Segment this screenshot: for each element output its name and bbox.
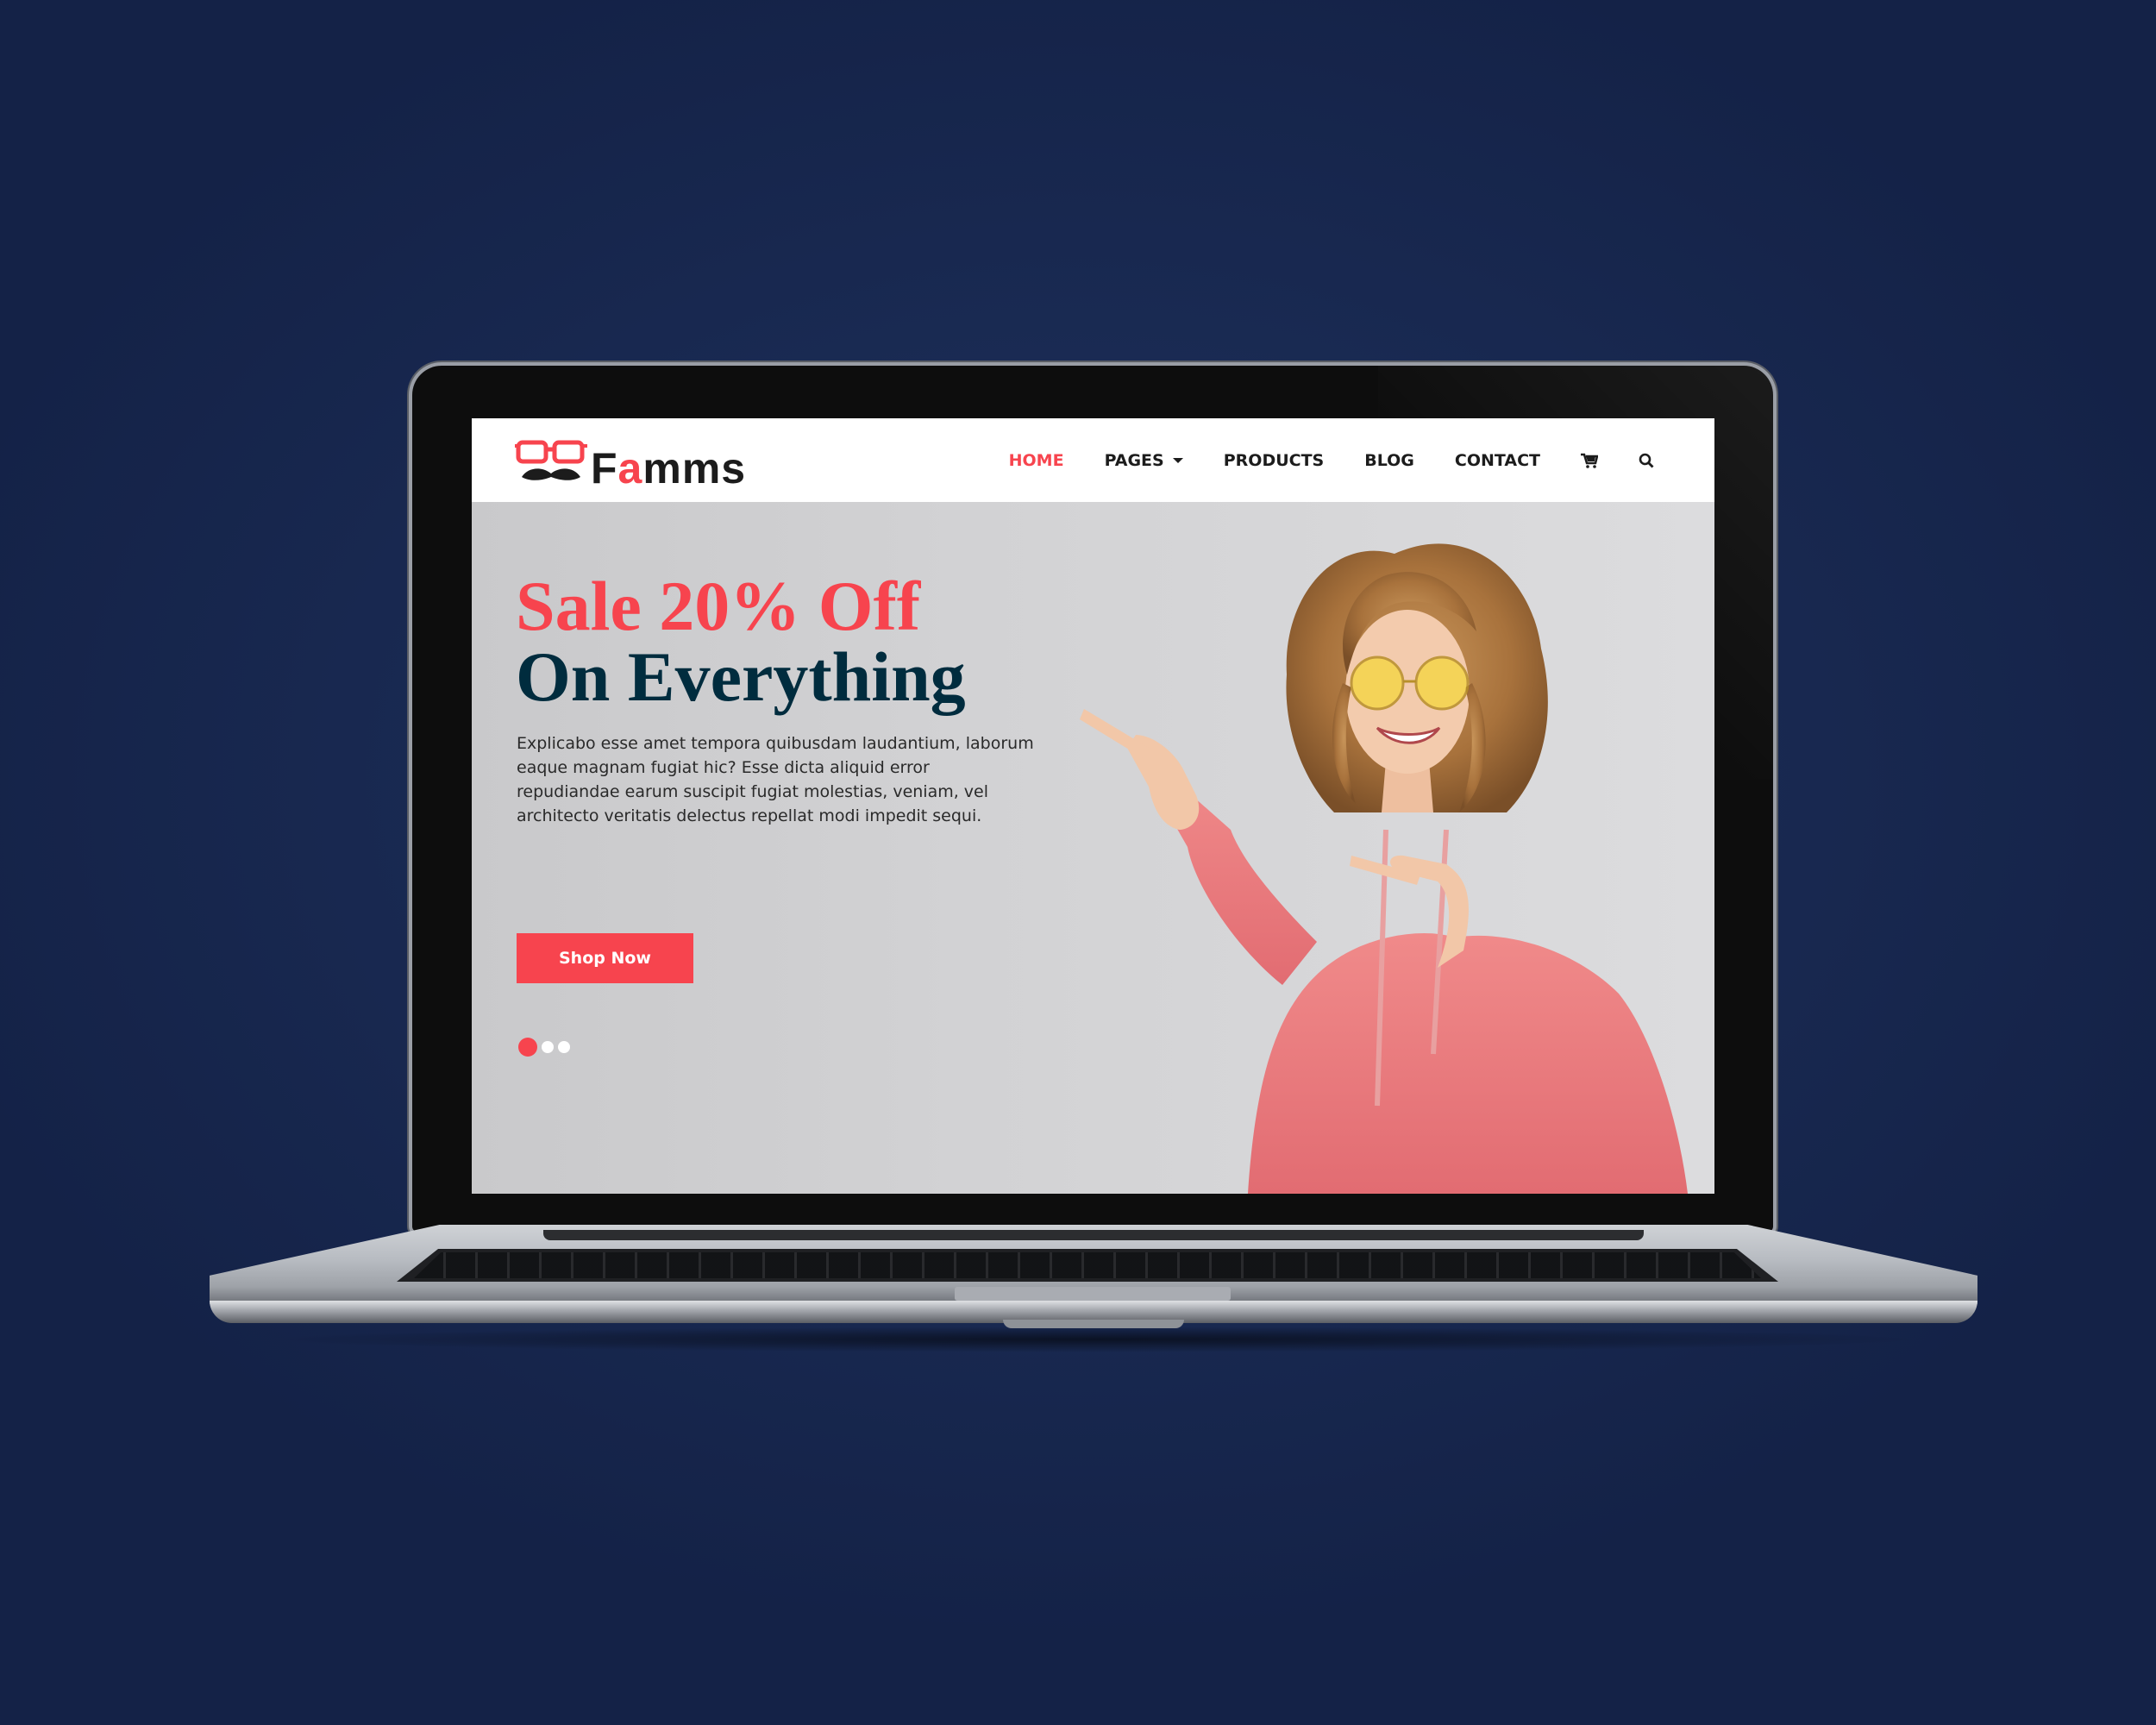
nav-pages-label: PAGES	[1104, 450, 1164, 470]
browser-viewport: Famms HOME PAGES PRODUCTS BLOG CONTACT S…	[472, 418, 1714, 1194]
top-navbar: Famms HOME PAGES PRODUCTS BLOG CONTACT	[472, 418, 1714, 502]
slider-dot-3[interactable]	[558, 1041, 570, 1053]
trackpad	[955, 1287, 1231, 1301]
hero-title-sale: Sale 20% Off	[516, 567, 921, 645]
laptop-shadow	[259, 1327, 1932, 1352]
hero-title-everything: On Everything	[516, 637, 966, 716]
caret-down-icon	[1172, 457, 1183, 463]
main-nav: HOME PAGES PRODUCTS BLOG CONTACT	[1009, 418, 1654, 502]
laptop-hinge	[543, 1230, 1644, 1240]
hero-description: Explicabo esse amet tempora quibusdam la…	[517, 734, 1034, 825]
brand-logo[interactable]: Famms	[515, 436, 774, 492]
slider-dots	[518, 1038, 570, 1057]
nav-pages[interactable]: PAGES	[1105, 451, 1183, 470]
brand-name: Famms	[591, 444, 747, 492]
shop-now-button[interactable]: Shop Now	[517, 933, 693, 983]
slider-dot-1[interactable]	[518, 1038, 537, 1057]
laptop-lip	[1003, 1320, 1184, 1328]
nav-contact[interactable]: CONTACT	[1455, 451, 1540, 470]
keyboard-keys	[414, 1252, 1761, 1278]
glasses-mustache-icon	[515, 440, 587, 480]
cart-icon[interactable]	[1581, 453, 1598, 468]
nav-home[interactable]: HOME	[1009, 451, 1064, 470]
slider-dot-2[interactable]	[542, 1041, 554, 1053]
nav-products[interactable]: PRODUCTS	[1224, 451, 1325, 470]
search-icon[interactable]	[1639, 453, 1654, 468]
hero-model-image	[1080, 543, 1688, 1194]
nav-blog[interactable]: BLOG	[1364, 451, 1414, 470]
